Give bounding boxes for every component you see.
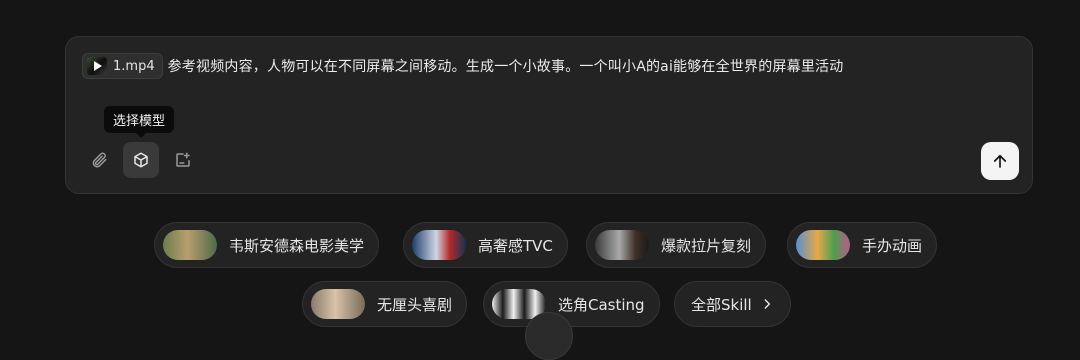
arrow-up-icon [993,154,1007,168]
skill-label: 韦斯安德森电影美学 [229,236,365,255]
model-select-button[interactable] [123,142,159,178]
edit-button[interactable] [165,142,201,178]
send-button[interactable] [981,142,1019,180]
skill-chip[interactable]: 爆款拉片复刻 [586,222,767,268]
skill-label: 手办动画 [862,236,923,255]
paperclip-icon [92,152,107,168]
scroll-handle[interactable] [525,312,573,360]
video-play-icon [87,57,107,75]
all-skills-button[interactable]: 全部Skill [674,281,791,327]
cube-icon [134,152,148,168]
skill-chip[interactable]: 选角Casting [483,281,660,327]
skill-chip[interactable]: 韦斯安德森电影美学 [154,222,380,268]
skill-thumbnail [595,230,649,260]
prompt-line[interactable]: 1.mp4 参考视频内容，人物可以在不同屏幕之间移动。生成一个小故事。一个叫小A… [82,53,843,79]
skill-chip[interactable]: 高奢感TVC [403,222,568,268]
edit-icon [176,152,190,167]
attach-button[interactable] [81,142,117,178]
attachment-chip[interactable]: 1.mp4 [82,53,163,79]
prompt-text[interactable]: 参考视频内容，人物可以在不同屏幕之间移动。生成一个小故事。一个叫小A的ai能够在… [168,56,844,76]
skill-thumbnail [163,230,217,260]
all-skills-label: 全部Skill [691,295,752,314]
chevron-right-icon [764,299,770,309]
skill-label: 爆款拉片复刻 [661,236,752,255]
model-select-tooltip: 选择模型 [104,106,175,138]
skill-label: 高奢感TVC [478,236,553,255]
skill-thumbnail [796,230,850,260]
skill-label: 选角Casting [558,295,645,314]
skill-chip[interactable]: 手办动画 [787,222,938,268]
attachment-filename: 1.mp4 [113,58,155,74]
prompt-composer[interactable]: 1.mp4 参考视频内容，人物可以在不同屏幕之间移动。生成一个小故事。一个叫小A… [65,36,1033,194]
skill-chip[interactable]: 无厘头喜剧 [302,281,468,327]
skill-thumbnail [412,230,466,260]
skill-thumbnail [311,289,365,319]
skill-label: 无厘头喜剧 [377,295,453,314]
